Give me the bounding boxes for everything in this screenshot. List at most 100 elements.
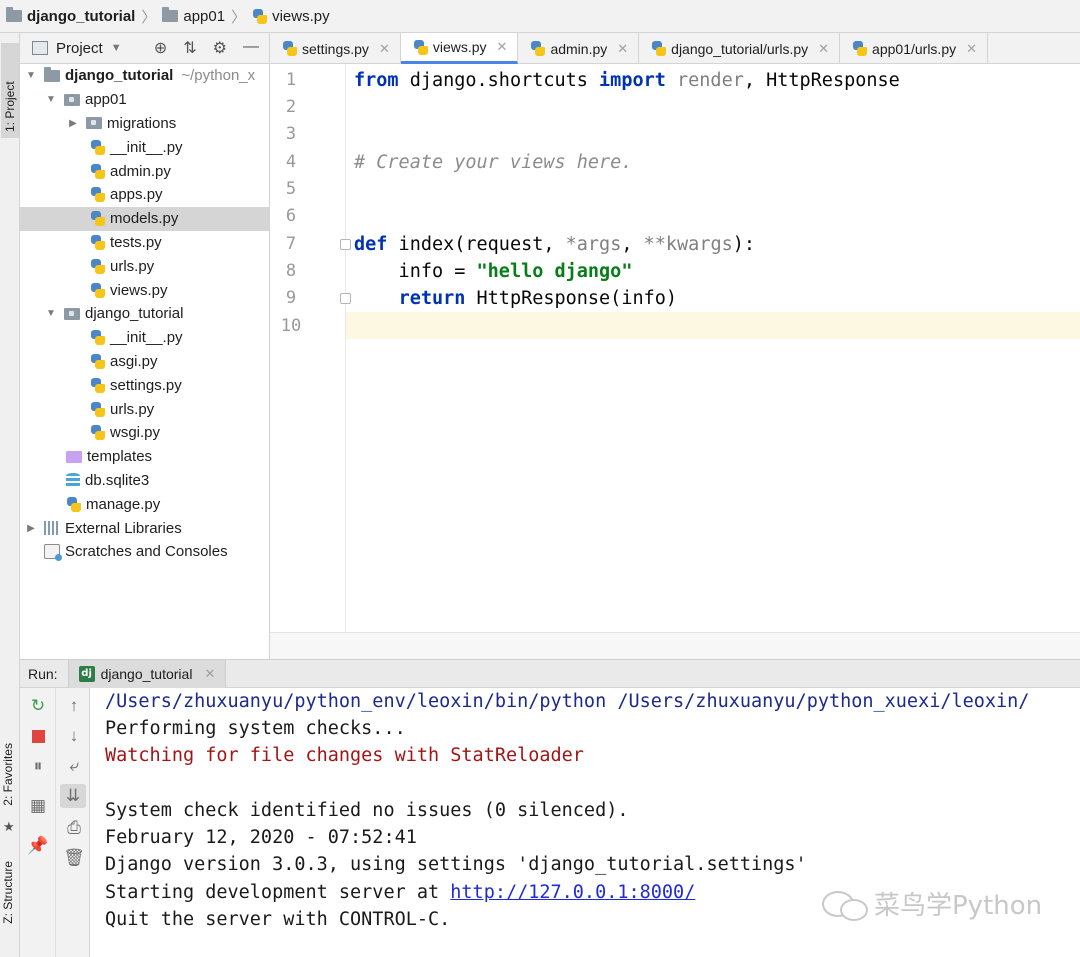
close-icon[interactable]: ✕ bbox=[497, 39, 508, 55]
tree-label: urls.py bbox=[110, 400, 155, 418]
editor-horizontal-scrollbar[interactable] bbox=[270, 632, 1080, 659]
line-number: 9 bbox=[285, 288, 297, 308]
python-file-icon bbox=[90, 163, 105, 179]
tree-label: migrations bbox=[107, 114, 177, 132]
close-icon[interactable]: ✕ bbox=[204, 666, 215, 682]
tree-item-external-libraries[interactable]: ▶ External Libraries bbox=[20, 516, 269, 540]
pause-icon[interactable]: ⏸ bbox=[28, 756, 48, 776]
close-icon[interactable]: ✕ bbox=[617, 41, 628, 57]
chevron-down-icon[interactable]: ▼ bbox=[111, 42, 122, 54]
project-tool-button[interactable]: 1: Project bbox=[1, 43, 19, 138]
rerun-icon[interactable]: ↻ bbox=[28, 696, 48, 716]
arrow-down-icon[interactable]: ↓ bbox=[64, 726, 84, 746]
python-file-icon bbox=[282, 41, 297, 56]
expanded-arrow-icon[interactable]: ▼ bbox=[24, 70, 38, 81]
gear-icon[interactable]: ⚙ bbox=[213, 38, 227, 58]
fold-marker-icon[interactable] bbox=[340, 239, 351, 250]
tree-item-templates[interactable]: templates bbox=[20, 445, 269, 469]
code-token: , HttpResponse bbox=[743, 70, 900, 91]
tree-item-file[interactable]: asgi.py bbox=[20, 350, 269, 374]
tab-app01-urls-py[interactable]: app01/urls.py ✕ bbox=[840, 33, 989, 64]
code-token: "hello django" bbox=[476, 261, 633, 282]
library-icon bbox=[44, 521, 60, 536]
soft-wrap-icon[interactable]: ⤶ bbox=[64, 756, 84, 776]
close-icon[interactable]: ✕ bbox=[966, 41, 977, 57]
run-tab-label: django_tutorial bbox=[100, 665, 193, 682]
tree-item-file[interactable]: __init__.py bbox=[20, 326, 269, 350]
chevron-right-icon: 〉 bbox=[141, 8, 157, 26]
tree-item-file[interactable]: urls.py bbox=[20, 254, 269, 278]
folder-icon bbox=[6, 7, 22, 22]
layout-icon[interactable]: ▦ bbox=[28, 796, 48, 816]
python-file-icon bbox=[90, 187, 105, 203]
tree-item-scratches[interactable]: Scratches and Consoles bbox=[20, 540, 269, 564]
breadcrumb-item-views[interactable]: views.py bbox=[252, 8, 330, 25]
code-editor[interactable]: 1 2 3 4 5 6 7 8 9 10 from django.shortcu… bbox=[270, 64, 1080, 632]
expanded-arrow-icon[interactable]: ▼ bbox=[44, 94, 58, 105]
console-text: Starting development server at bbox=[105, 882, 451, 903]
tree-item-django-tutorial-root[interactable]: ▼ django_tutorial ~/python_x bbox=[20, 64, 269, 88]
collapsed-arrow-icon[interactable]: ▶ bbox=[24, 523, 38, 534]
print-icon[interactable]: ⎙ bbox=[64, 818, 84, 838]
tree-item-file[interactable]: urls.py bbox=[20, 397, 269, 421]
breadcrumb-label: django_tutorial bbox=[27, 7, 136, 25]
django-icon: dj bbox=[78, 665, 95, 682]
expanded-arrow-icon[interactable]: ▼ bbox=[44, 308, 58, 319]
close-icon[interactable]: ✕ bbox=[379, 41, 390, 57]
run-toolbar-primary: ↻ ⏸ ▦ 📌 bbox=[20, 688, 56, 957]
breadcrumb-item-project[interactable]: django_tutorial bbox=[6, 7, 136, 25]
python-file-icon bbox=[90, 282, 105, 298]
tab-label: app01/urls.py bbox=[872, 40, 957, 57]
stop-icon[interactable] bbox=[28, 726, 48, 746]
close-icon[interactable]: ✕ bbox=[818, 41, 829, 57]
tree-item-file[interactable]: apps.py bbox=[20, 183, 269, 207]
tree-item-file[interactable]: wsgi.py bbox=[20, 421, 269, 445]
tree-label: app01 bbox=[85, 91, 127, 109]
structure-tool-button[interactable]: Z: Structure bbox=[1, 861, 15, 924]
code-token: render bbox=[665, 70, 744, 91]
locate-icon[interactable]: ⊕ bbox=[154, 38, 167, 58]
tree-item-file[interactable]: tests.py bbox=[20, 231, 269, 255]
tree-label: wsgi.py bbox=[110, 424, 161, 442]
line-number: 8 bbox=[285, 261, 297, 281]
trash-icon[interactable]: 🗑 bbox=[63, 848, 85, 868]
python-file-icon bbox=[66, 496, 81, 512]
tab-label: settings.py bbox=[302, 40, 369, 57]
tree-item-file[interactable]: views.py bbox=[20, 278, 269, 302]
folder-icon bbox=[162, 7, 179, 22]
fold-marker-icon[interactable] bbox=[340, 293, 351, 304]
scroll-to-end-icon[interactable]: ⇊ bbox=[60, 784, 86, 808]
python-file-icon bbox=[90, 211, 105, 227]
python-file-icon bbox=[530, 41, 546, 56]
hide-icon[interactable]: — bbox=[243, 38, 259, 58]
pin-icon[interactable]: 📌 bbox=[27, 836, 48, 856]
tab-label: admin.py bbox=[550, 40, 608, 57]
tree-item-app01[interactable]: ▼ app01 bbox=[20, 88, 269, 112]
project-view-selector[interactable]: Project bbox=[56, 40, 103, 57]
tree-item-migrations[interactable]: ▶ migrations bbox=[20, 112, 269, 136]
collapsed-arrow-icon[interactable]: ▶ bbox=[66, 118, 80, 129]
server-url-link[interactable]: http://127.0.0.1:8000/ bbox=[450, 882, 695, 903]
collapse-all-icon[interactable]: ⇅ bbox=[183, 38, 196, 58]
tree-item-manage[interactable]: manage.py bbox=[20, 492, 269, 516]
tree-item-db[interactable]: db.sqlite3 bbox=[20, 469, 269, 493]
tree-item-django-tutorial-pkg[interactable]: ▼ django_tutorial bbox=[20, 302, 269, 326]
tree-item-file[interactable]: settings.py bbox=[20, 373, 269, 397]
tab-views-py[interactable]: views.py ✕ bbox=[400, 33, 519, 64]
code-token: , bbox=[621, 234, 644, 255]
tree-label: models.py bbox=[110, 210, 179, 228]
tab-django-tutorial-urls-py[interactable]: django_tutorial/urls.py ✕ bbox=[639, 33, 841, 64]
tree-item-file[interactable]: admin.py bbox=[20, 159, 269, 183]
run-tab-django-tutorial[interactable]: dj django_tutorial ✕ bbox=[67, 659, 227, 688]
tab-admin-py[interactable]: admin.py ✕ bbox=[518, 33, 640, 64]
breadcrumb-item-app01[interactable]: app01 bbox=[162, 7, 225, 25]
tree-item-file-selected[interactable]: models.py bbox=[20, 206, 269, 231]
arrow-up-icon[interactable]: ↑ bbox=[64, 696, 84, 716]
code-token: ): bbox=[732, 234, 756, 255]
tab-settings-py[interactable]: settings.py ✕ bbox=[270, 33, 401, 64]
code-token: def bbox=[354, 234, 388, 255]
code-token: return bbox=[398, 288, 466, 309]
favorites-tool-button[interactable]: 2: Favorites bbox=[1, 743, 15, 806]
tree-item-file[interactable]: __init__.py bbox=[20, 135, 269, 159]
